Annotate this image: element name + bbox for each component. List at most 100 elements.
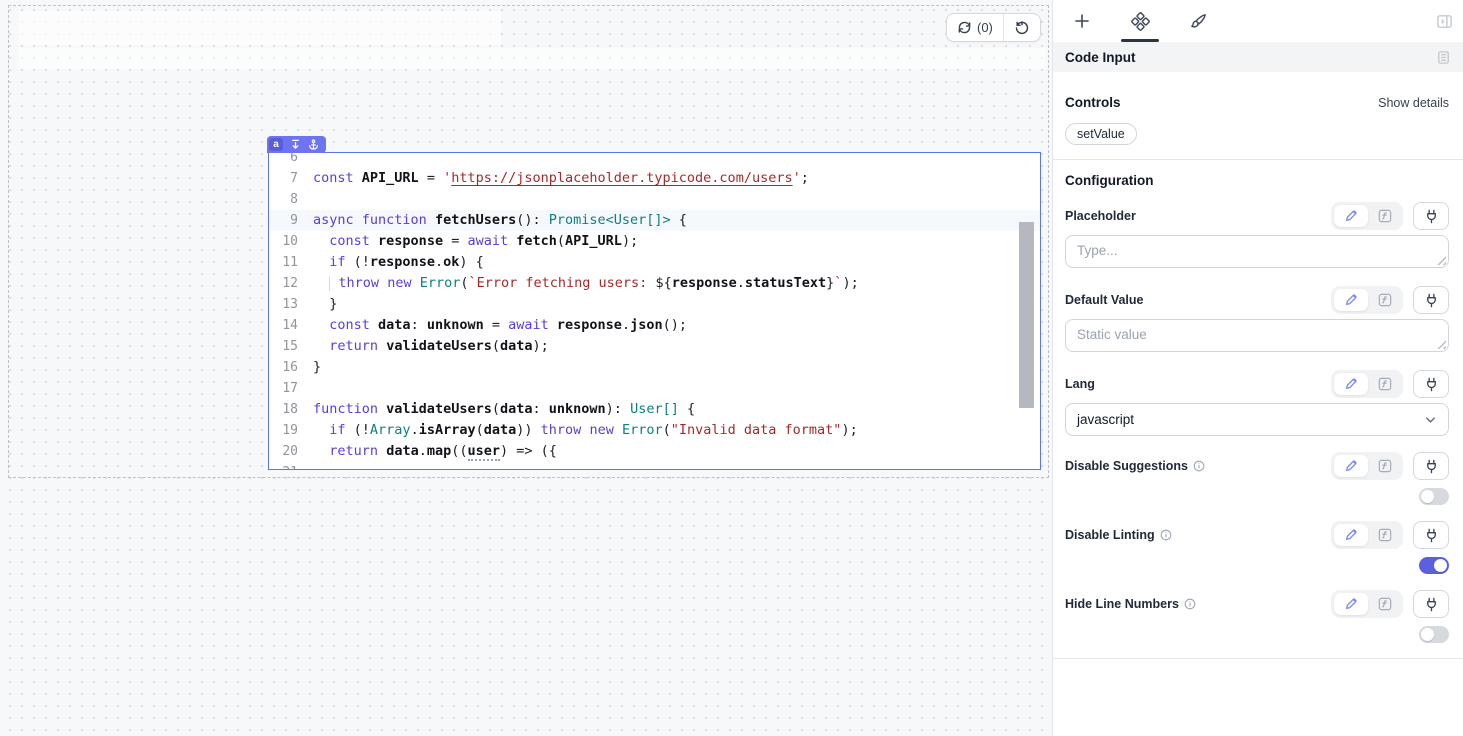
expand-down-icon[interactable] bbox=[290, 139, 301, 150]
line-number: 11 bbox=[269, 252, 307, 273]
history-button[interactable] bbox=[1003, 14, 1040, 41]
code-line[interactable]: 18function validateUsers(data: unknown):… bbox=[269, 399, 1040, 420]
editor-mode-segment bbox=[1331, 370, 1403, 398]
empty-row-placeholder bbox=[19, 11, 501, 45]
editor-mode-segment bbox=[1331, 590, 1403, 618]
component-id-badge: a bbox=[269, 138, 283, 151]
show-details-link[interactable]: Show details bbox=[1378, 96, 1449, 110]
line-number: 14 bbox=[269, 315, 307, 336]
editor-scrollbar[interactable] bbox=[1019, 222, 1034, 408]
tab-styling[interactable] bbox=[1169, 0, 1227, 42]
collapse-panel-button[interactable] bbox=[1436, 0, 1453, 42]
line-number: 18 bbox=[269, 399, 307, 420]
info-icon[interactable] bbox=[1184, 598, 1196, 610]
code-line[interactable]: 10 const response = await fetch(API_URL)… bbox=[269, 231, 1040, 252]
prop-disable-suggestions: Disable Suggestions bbox=[1065, 452, 1449, 505]
line-number: 6 bbox=[269, 152, 307, 168]
prop-label: Placeholder bbox=[1065, 209, 1136, 223]
refresh-button[interactable]: (0) bbox=[947, 14, 1003, 41]
prop-label: Disable Linting bbox=[1065, 528, 1155, 542]
code-text: throw new Error(`Error fetching users: $… bbox=[307, 273, 859, 294]
code-line[interactable]: 7const API_URL = 'https://jsonplaceholde… bbox=[269, 168, 1040, 189]
disable-suggestions-toggle[interactable] bbox=[1419, 488, 1449, 505]
tab-component-settings[interactable] bbox=[1111, 0, 1169, 42]
default-value-input[interactable] bbox=[1065, 319, 1449, 352]
components-icon bbox=[1131, 12, 1150, 31]
lang-select[interactable]: javascript bbox=[1065, 403, 1449, 436]
code-line[interactable]: 9async function fetchUsers(): Promise<Us… bbox=[269, 210, 1040, 231]
plug-icon[interactable] bbox=[1413, 286, 1449, 314]
plug-icon[interactable] bbox=[1413, 521, 1449, 549]
code-text bbox=[307, 189, 313, 210]
code-line[interactable]: 21 bbox=[269, 462, 1040, 470]
pencil-icon[interactable] bbox=[1334, 455, 1368, 477]
component-tag[interactable]: a bbox=[267, 136, 326, 153]
pencil-icon[interactable] bbox=[1334, 524, 1368, 546]
pencil-icon[interactable] bbox=[1334, 289, 1368, 311]
prop-label: Lang bbox=[1065, 377, 1095, 391]
prop-lang: Lang bbox=[1065, 370, 1449, 436]
code-text: const API_URL = 'https://jsonplaceholder… bbox=[307, 168, 809, 189]
plug-icon[interactable] bbox=[1413, 452, 1449, 480]
line-number: 9 bbox=[269, 210, 307, 231]
line-number: 8 bbox=[269, 189, 307, 210]
code-line[interactable]: 17 bbox=[269, 378, 1040, 399]
canvas[interactable]: (0) a bbox=[0, 0, 1052, 736]
empty-row-placeholder-2 bbox=[19, 48, 1045, 69]
pencil-icon[interactable] bbox=[1334, 373, 1368, 395]
function-icon[interactable] bbox=[1370, 373, 1400, 395]
function-icon[interactable] bbox=[1370, 524, 1400, 546]
line-number: 13 bbox=[269, 294, 307, 315]
line-number: 17 bbox=[269, 378, 307, 399]
function-icon[interactable] bbox=[1370, 205, 1400, 227]
editor-mode-segment bbox=[1331, 286, 1403, 314]
code-text: if (!Array.isArray(data)) throw new Erro… bbox=[307, 420, 858, 441]
code-text bbox=[307, 378, 313, 399]
info-icon[interactable] bbox=[1193, 460, 1205, 472]
bottom-divider bbox=[1053, 658, 1463, 659]
plug-icon[interactable] bbox=[1413, 202, 1449, 230]
function-icon[interactable] bbox=[1370, 289, 1400, 311]
pencil-icon[interactable] bbox=[1334, 205, 1368, 227]
code-text: } bbox=[307, 357, 321, 378]
panel-collapse-icon bbox=[1436, 13, 1453, 30]
code-text: if (!response.ok) { bbox=[307, 252, 484, 273]
code-line[interactable]: 19 if (!Array.isArray(data)) throw new E… bbox=[269, 420, 1040, 441]
plug-icon[interactable] bbox=[1413, 590, 1449, 618]
code-line[interactable]: 15 return validateUsers(data); bbox=[269, 336, 1040, 357]
code-line[interactable]: 13 } bbox=[269, 294, 1040, 315]
code-line[interactable]: 8 bbox=[269, 189, 1040, 210]
line-number: 21 bbox=[269, 462, 307, 470]
code-line[interactable]: 11 if (!response.ok) { bbox=[269, 252, 1040, 273]
code-text: return validateUsers(data); bbox=[307, 336, 549, 357]
pencil-icon[interactable] bbox=[1334, 593, 1368, 615]
disable-linting-toggle[interactable] bbox=[1419, 557, 1449, 574]
hide-line-numbers-toggle[interactable] bbox=[1419, 626, 1449, 643]
code-input-component[interactable]: 67const API_URL = 'https://jsonplacehold… bbox=[268, 152, 1041, 470]
configuration-section-title: Configuration bbox=[1065, 173, 1449, 188]
code-line[interactable]: 12 throw new Error(`Error fetching users… bbox=[269, 273, 1040, 294]
line-number: 7 bbox=[269, 168, 307, 189]
history-icon bbox=[1014, 20, 1030, 36]
section-divider bbox=[1053, 159, 1463, 160]
anchor-icon[interactable] bbox=[308, 139, 319, 150]
line-number: 19 bbox=[269, 420, 307, 441]
info-icon[interactable] bbox=[1160, 529, 1172, 541]
function-icon[interactable] bbox=[1370, 455, 1400, 477]
line-number: 10 bbox=[269, 231, 307, 252]
docs-icon[interactable] bbox=[1436, 50, 1451, 65]
code-line[interactable]: 6 bbox=[269, 152, 1040, 168]
code-text: const data: unknown = await response.jso… bbox=[307, 315, 687, 336]
code-line[interactable]: 16} bbox=[269, 357, 1040, 378]
line-number: 12 bbox=[269, 273, 307, 294]
placeholder-input[interactable] bbox=[1065, 235, 1449, 268]
setvalue-chip[interactable]: setValue bbox=[1065, 123, 1137, 145]
code-text bbox=[307, 152, 313, 168]
function-icon[interactable] bbox=[1370, 593, 1400, 615]
plug-icon[interactable] bbox=[1413, 370, 1449, 398]
line-number: 15 bbox=[269, 336, 307, 357]
tab-add-component[interactable] bbox=[1053, 0, 1111, 42]
panel-tabs bbox=[1053, 0, 1463, 42]
code-line[interactable]: 14 const data: unknown = await response.… bbox=[269, 315, 1040, 336]
code-line[interactable]: 20 return data.map((user) => ({ bbox=[269, 441, 1040, 462]
